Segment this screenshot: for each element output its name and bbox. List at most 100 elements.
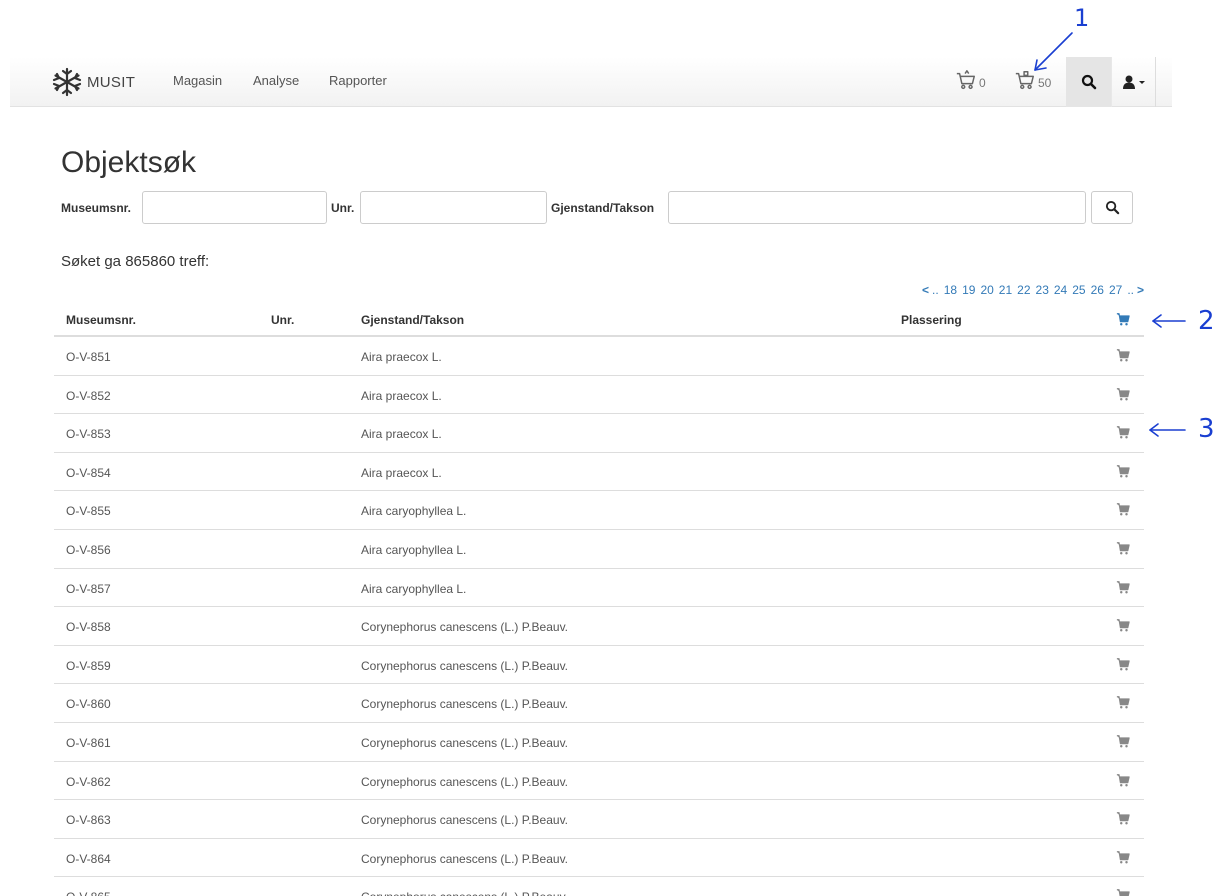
table-body: O-V-851 Aira praecox L. O-V-852 Aira praeco… xyxy=(54,337,1144,896)
cart-count-small: 0 xyxy=(979,76,986,90)
takson-cell: Aira caryophyllea L. xyxy=(361,542,467,557)
results-table: Museumsnr. Unr. Gjenstand/Takson Plasser… xyxy=(54,303,1144,896)
table-row: O-V-859 Corynephorus canescens (L.) P.Bea… xyxy=(54,646,1144,685)
table-row: O-V-863 Corynephorus canescens (L.) P.Bea… xyxy=(54,800,1144,839)
museumsnr-cell[interactable]: O-V-855 xyxy=(66,504,111,518)
takson-cell: Corynephorus canescens (L.) P.Beauv. xyxy=(361,890,568,896)
page-link[interactable]: 25 xyxy=(1072,283,1085,297)
takson-cell: Corynephorus canescens (L.) P.Beauv. xyxy=(361,851,569,866)
user-menu-button[interactable] xyxy=(1111,57,1156,107)
add-to-cart-icon[interactable] xyxy=(1116,734,1130,748)
result-count: Søket ga 865860 treff: xyxy=(61,253,210,270)
page-title: Objektsøk xyxy=(61,146,197,179)
takson-cell: Aira praecox L. xyxy=(361,350,442,364)
add-to-cart-icon[interactable] xyxy=(1116,580,1130,594)
museumsnr-cell[interactable]: O-V-851 xyxy=(66,350,111,364)
museumsnr-cell[interactable]: O-V-861 xyxy=(66,736,111,750)
takson-cell: Corynephorus canescens (L.) P.Beauv. xyxy=(361,813,569,828)
add-to-cart-icon[interactable] xyxy=(1116,657,1130,671)
museumsnr-input[interactable] xyxy=(142,191,327,224)
pagination-prev[interactable]: < xyxy=(922,283,929,297)
table-row: O-V-861 Corynephorus canescens (L.) P.Bea… xyxy=(54,723,1144,762)
add-to-cart-icon[interactable] xyxy=(1116,502,1130,516)
museumsnr-cell[interactable]: O-V-865 xyxy=(66,890,111,896)
page-link[interactable]: 22 xyxy=(1017,283,1030,297)
takson-cell: Aira praecox L. xyxy=(361,388,442,403)
cart-icon xyxy=(1015,71,1034,90)
museumsnr-cell[interactable]: O-V-857 xyxy=(66,582,111,596)
table-header: Museumsnr. Unr. Gjenstand/Takson Plasser… xyxy=(54,303,1144,337)
table-row: O-V-860 Corynephorus canescens (L.) P.Bea… xyxy=(54,684,1144,723)
museumsnr-cell[interactable]: O-V-863 xyxy=(66,813,111,827)
takson-cell: Corynephorus canescens (L.) P.Beauv. xyxy=(361,620,569,635)
add-to-cart-icon[interactable] xyxy=(1116,850,1130,864)
museumsnr-cell[interactable]: O-V-854 xyxy=(66,466,111,480)
page-link[interactable]: 19 xyxy=(962,283,975,297)
page-link[interactable]: 23 xyxy=(1036,283,1049,297)
museumsnr-cell[interactable]: O-V-860 xyxy=(66,697,111,711)
nav-search-button[interactable] xyxy=(1066,57,1111,107)
table-row: O-V-865 Corynephorus canescens (L.) P.Bea… xyxy=(54,877,1144,896)
nav-link-magasin[interactable]: Magasin xyxy=(173,73,222,88)
takson-cell: Aira praecox L. xyxy=(361,465,442,480)
museumsnr-label: Museumsnr. xyxy=(61,201,132,215)
gjenstand-label: Gjenstand/Takson xyxy=(551,201,655,215)
takson-cell: Corynephorus canescens (L.) P.Beauv. xyxy=(361,658,569,673)
header-gjenstand: Gjenstand/Takson xyxy=(361,313,465,327)
annotation-number-2: 2 xyxy=(1198,306,1214,336)
page-link[interactable]: 20 xyxy=(980,283,993,297)
museumsnr-cell[interactable]: O-V-856 xyxy=(66,543,111,557)
add-to-cart-icon[interactable] xyxy=(1116,888,1130,896)
add-to-cart-icon[interactable] xyxy=(1116,811,1130,825)
add-to-cart-icon[interactable] xyxy=(1116,773,1130,787)
pagination-ellipsis: .. xyxy=(1127,283,1134,297)
search-button[interactable] xyxy=(1091,191,1133,224)
table-row: O-V-855 Aira caryophyllea L. xyxy=(54,491,1144,530)
page-link[interactable]: 27 xyxy=(1109,283,1122,297)
add-to-cart-icon[interactable] xyxy=(1116,425,1130,439)
museumsnr-cell[interactable]: O-V-852 xyxy=(66,389,111,403)
add-all-to-cart-icon[interactable] xyxy=(1116,312,1130,326)
table-row: O-V-856 Aira caryophyllea L. xyxy=(54,530,1144,569)
table-row: O-V-852 Aira praecox L. xyxy=(54,376,1144,415)
gjenstand-input[interactable] xyxy=(668,191,1086,224)
annotation-number-1: 1 xyxy=(1074,4,1090,32)
pagination-next[interactable]: > xyxy=(1137,283,1144,297)
add-to-cart-icon[interactable] xyxy=(1116,387,1130,401)
museumsnr-cell[interactable]: O-V-853 xyxy=(66,427,111,441)
header-unr: Unr. xyxy=(271,313,295,327)
add-to-cart-icon[interactable] xyxy=(1116,348,1130,362)
add-to-cart-icon[interactable] xyxy=(1116,618,1130,632)
unr-label: Unr. xyxy=(331,201,355,215)
nav-link-rapporter[interactable]: Rapporter xyxy=(329,73,387,88)
page-link[interactable]: 18 xyxy=(944,283,957,297)
brand[interactable]: MUSIT xyxy=(50,65,135,99)
museumsnr-cell[interactable]: O-V-858 xyxy=(66,620,111,634)
page-link[interactable]: 26 xyxy=(1091,283,1104,297)
header-plassering: Plassering xyxy=(901,313,962,327)
add-to-cart-icon[interactable] xyxy=(1116,695,1130,709)
takson-cell: Corynephorus canescens (L.) P.Beauv. xyxy=(361,735,569,750)
caret-down-icon xyxy=(1138,81,1145,84)
table-row: O-V-862 Corynephorus canescens (L.) P.Bea… xyxy=(54,762,1144,801)
search-icon xyxy=(1105,200,1119,215)
table-row: O-V-854 Aira praecox L. xyxy=(54,453,1144,492)
pickup-list-node-button[interactable]: 0 xyxy=(955,69,986,91)
museumsnr-cell[interactable]: O-V-859 xyxy=(66,659,111,673)
nav-link-analyse[interactable]: Analyse xyxy=(253,73,299,88)
pickup-list-object-button[interactable]: 50 xyxy=(1014,69,1051,91)
add-to-cart-icon[interactable] xyxy=(1116,541,1130,555)
header-museumsnr: Museumsnr. xyxy=(66,313,137,327)
cart-count-main: 50 xyxy=(1038,76,1052,90)
page-link[interactable]: 21 xyxy=(999,283,1012,297)
navbar: MUSIT Magasin Analyse Rapporter 0 50 xyxy=(10,57,1172,107)
museumsnr-cell[interactable]: O-V-864 xyxy=(66,852,111,866)
unr-input[interactable] xyxy=(360,191,547,224)
takson-cell: Aira caryophyllea L. xyxy=(361,581,467,596)
add-to-cart-icon[interactable] xyxy=(1116,464,1130,478)
museumsnr-cell[interactable]: O-V-862 xyxy=(66,775,111,789)
user-icon xyxy=(1122,75,1145,89)
table-row: O-V-858 Corynephorus canescens (L.) P.Bea… xyxy=(54,607,1144,646)
page-link[interactable]: 24 xyxy=(1054,283,1067,297)
takson-cell: Corynephorus canescens (L.) P.Beauv. xyxy=(361,697,569,712)
